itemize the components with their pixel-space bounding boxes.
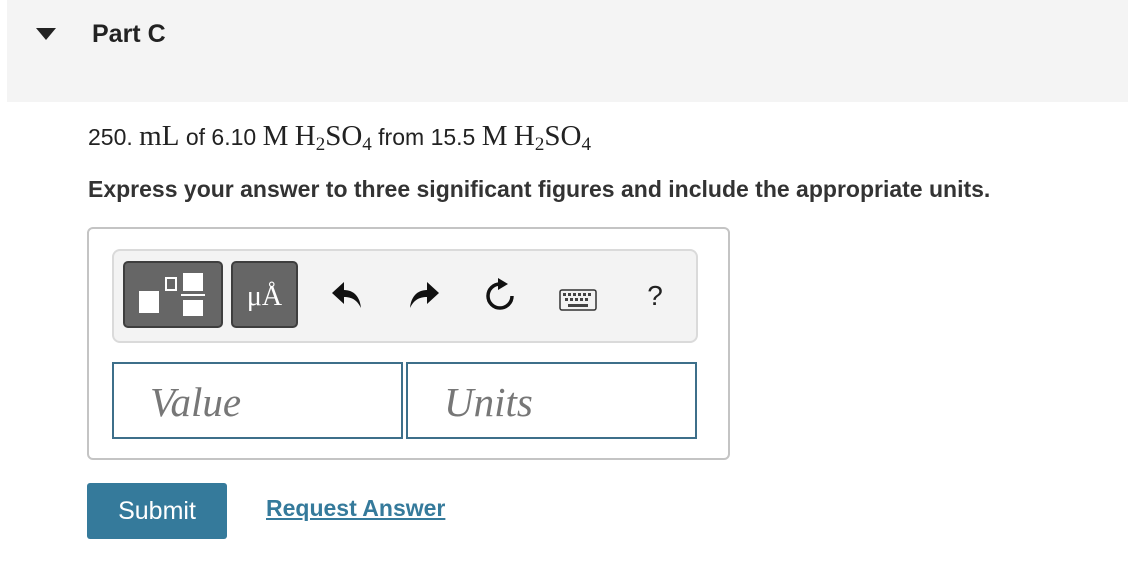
units-placeholder: Units: [444, 379, 533, 425]
reset-icon: [486, 278, 514, 310]
value-placeholder: Value: [150, 379, 242, 425]
help-button[interactable]: ?: [640, 279, 670, 313]
part-header[interactable]: [7, 0, 1128, 102]
keyboard-button[interactable]: [559, 287, 597, 311]
undo-icon: [332, 282, 361, 308]
templates-icon: [139, 273, 205, 316]
part-title: Part C: [92, 20, 166, 48]
instruction-text: Express your answer to three significant…: [88, 176, 991, 202]
submit-button[interactable]: Submit: [87, 483, 227, 539]
undo-button[interactable]: [330, 280, 364, 310]
value-input[interactable]: Value: [112, 362, 403, 439]
help-icon: ?: [647, 280, 663, 311]
collapse-arrow-icon[interactable]: [36, 28, 56, 40]
units-label: μÅ: [246, 281, 283, 312]
request-answer-link[interactable]: Request Answer: [266, 495, 445, 522]
redo-icon: [410, 282, 439, 308]
units-input[interactable]: Units: [406, 362, 697, 439]
question-text: 250. mL of 6.10 M H2SO4 from 15.5 M H2SO…: [88, 120, 591, 155]
reset-button[interactable]: [482, 278, 518, 314]
templates-button[interactable]: [123, 261, 223, 328]
keyboard-icon: [559, 289, 597, 311]
units-button[interactable]: μÅ: [231, 261, 298, 328]
redo-button[interactable]: [407, 280, 441, 310]
